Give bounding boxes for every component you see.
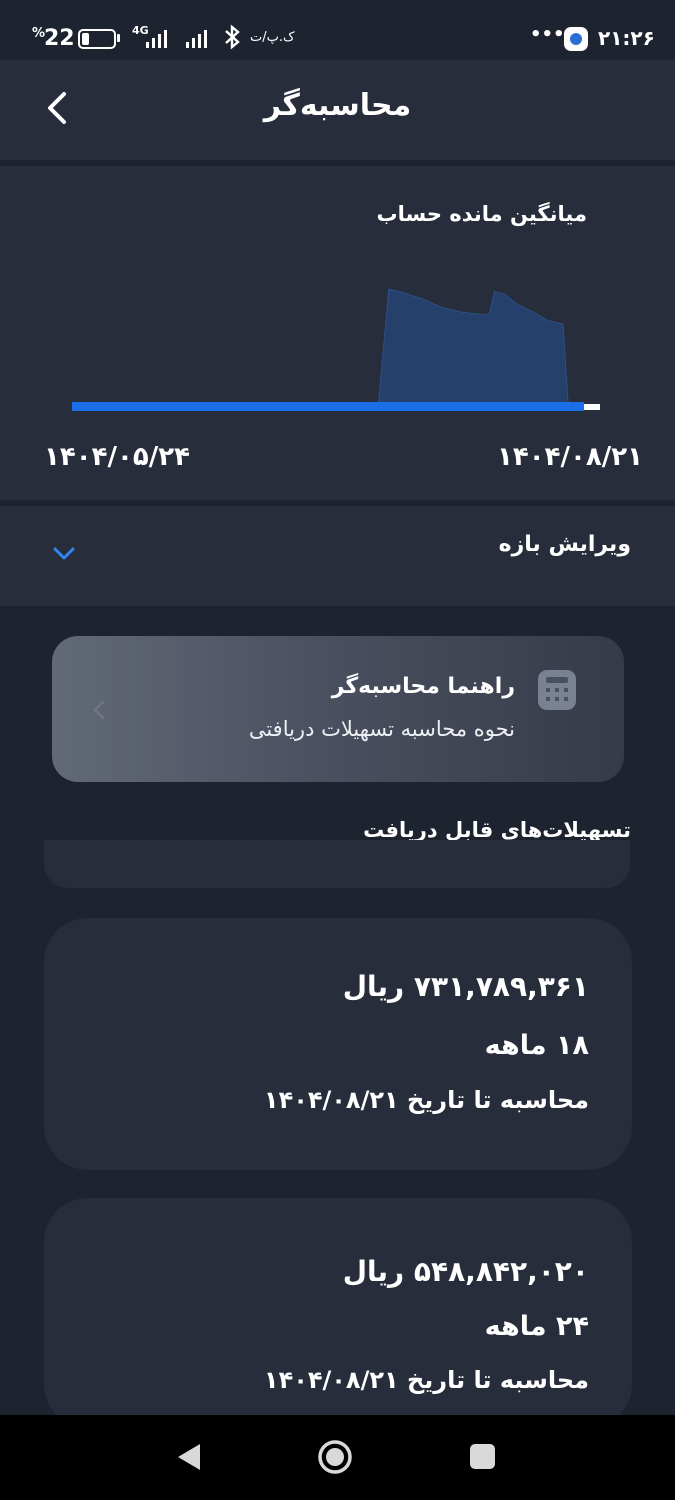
facilities-section-title: تسهیلات‌های قابل دریافت <box>363 818 631 842</box>
app-notification-icon <box>564 27 588 51</box>
battery-icon <box>78 29 116 49</box>
range-end-marker <box>584 404 600 410</box>
chart-start-date: ۱۴۰۴/۰۵/۲۴ <box>44 442 190 472</box>
facility-amount: ۵۴۸,۸۴۲,۰۲۰ ریال <box>342 1255 589 1288</box>
carrier-text: ک.پ/ت <box>250 30 295 45</box>
calculator-icon <box>538 670 576 710</box>
bluetooth-icon <box>222 24 242 54</box>
facility-months: ۱۸ ماهه <box>484 1030 589 1061</box>
facility-date: محاسبه تا تاریخ ۱۴۰۴/۰۸/۲۱ <box>263 1086 589 1114</box>
square-recents-icon[interactable] <box>470 1444 495 1469</box>
chevron-left-icon <box>92 700 106 724</box>
battery-percent: 22 <box>44 26 75 51</box>
balance-area <box>72 288 600 407</box>
clock: ۲۱:۲۶ <box>598 26 655 50</box>
circle-home-icon[interactable] <box>317 1439 353 1479</box>
edit-range-label: ویرایش بازه <box>498 532 631 557</box>
battery-cap <box>117 34 120 42</box>
chart-end-date: ۱۴۰۴/۰۸/۲۱ <box>497 442 643 472</box>
chevron-down-icon[interactable] <box>52 546 76 566</box>
facility-months: ۲۴ ماهه <box>484 1311 589 1342</box>
signal-icon-1 <box>146 28 176 48</box>
balance-area-chart <box>72 288 600 411</box>
facility-date: محاسبه تا تاریخ ۱۴۰۴/۰۸/۲۱ <box>263 1366 589 1394</box>
guide-subtitle: نحوه محاسبه تسهیلات دریافتی <box>248 717 515 741</box>
signal-icon-2 <box>186 28 216 48</box>
guide-title: راهنما محاسبه‌گر <box>331 674 515 699</box>
battery-level <box>82 33 89 45</box>
triangle-back-icon[interactable] <box>174 1442 202 1476</box>
page-title: محاسبه‌گر <box>263 88 412 123</box>
partial-list-item <box>44 840 630 888</box>
calculator-guide-card[interactable] <box>52 636 624 782</box>
range-track <box>72 402 584 411</box>
facility-amount: ۷۳۱,۷۸۹,۳۶۱ ریال <box>342 970 589 1003</box>
more-dots: ••• <box>530 24 565 45</box>
chart-title: میانگین مانده حساب <box>376 202 587 226</box>
